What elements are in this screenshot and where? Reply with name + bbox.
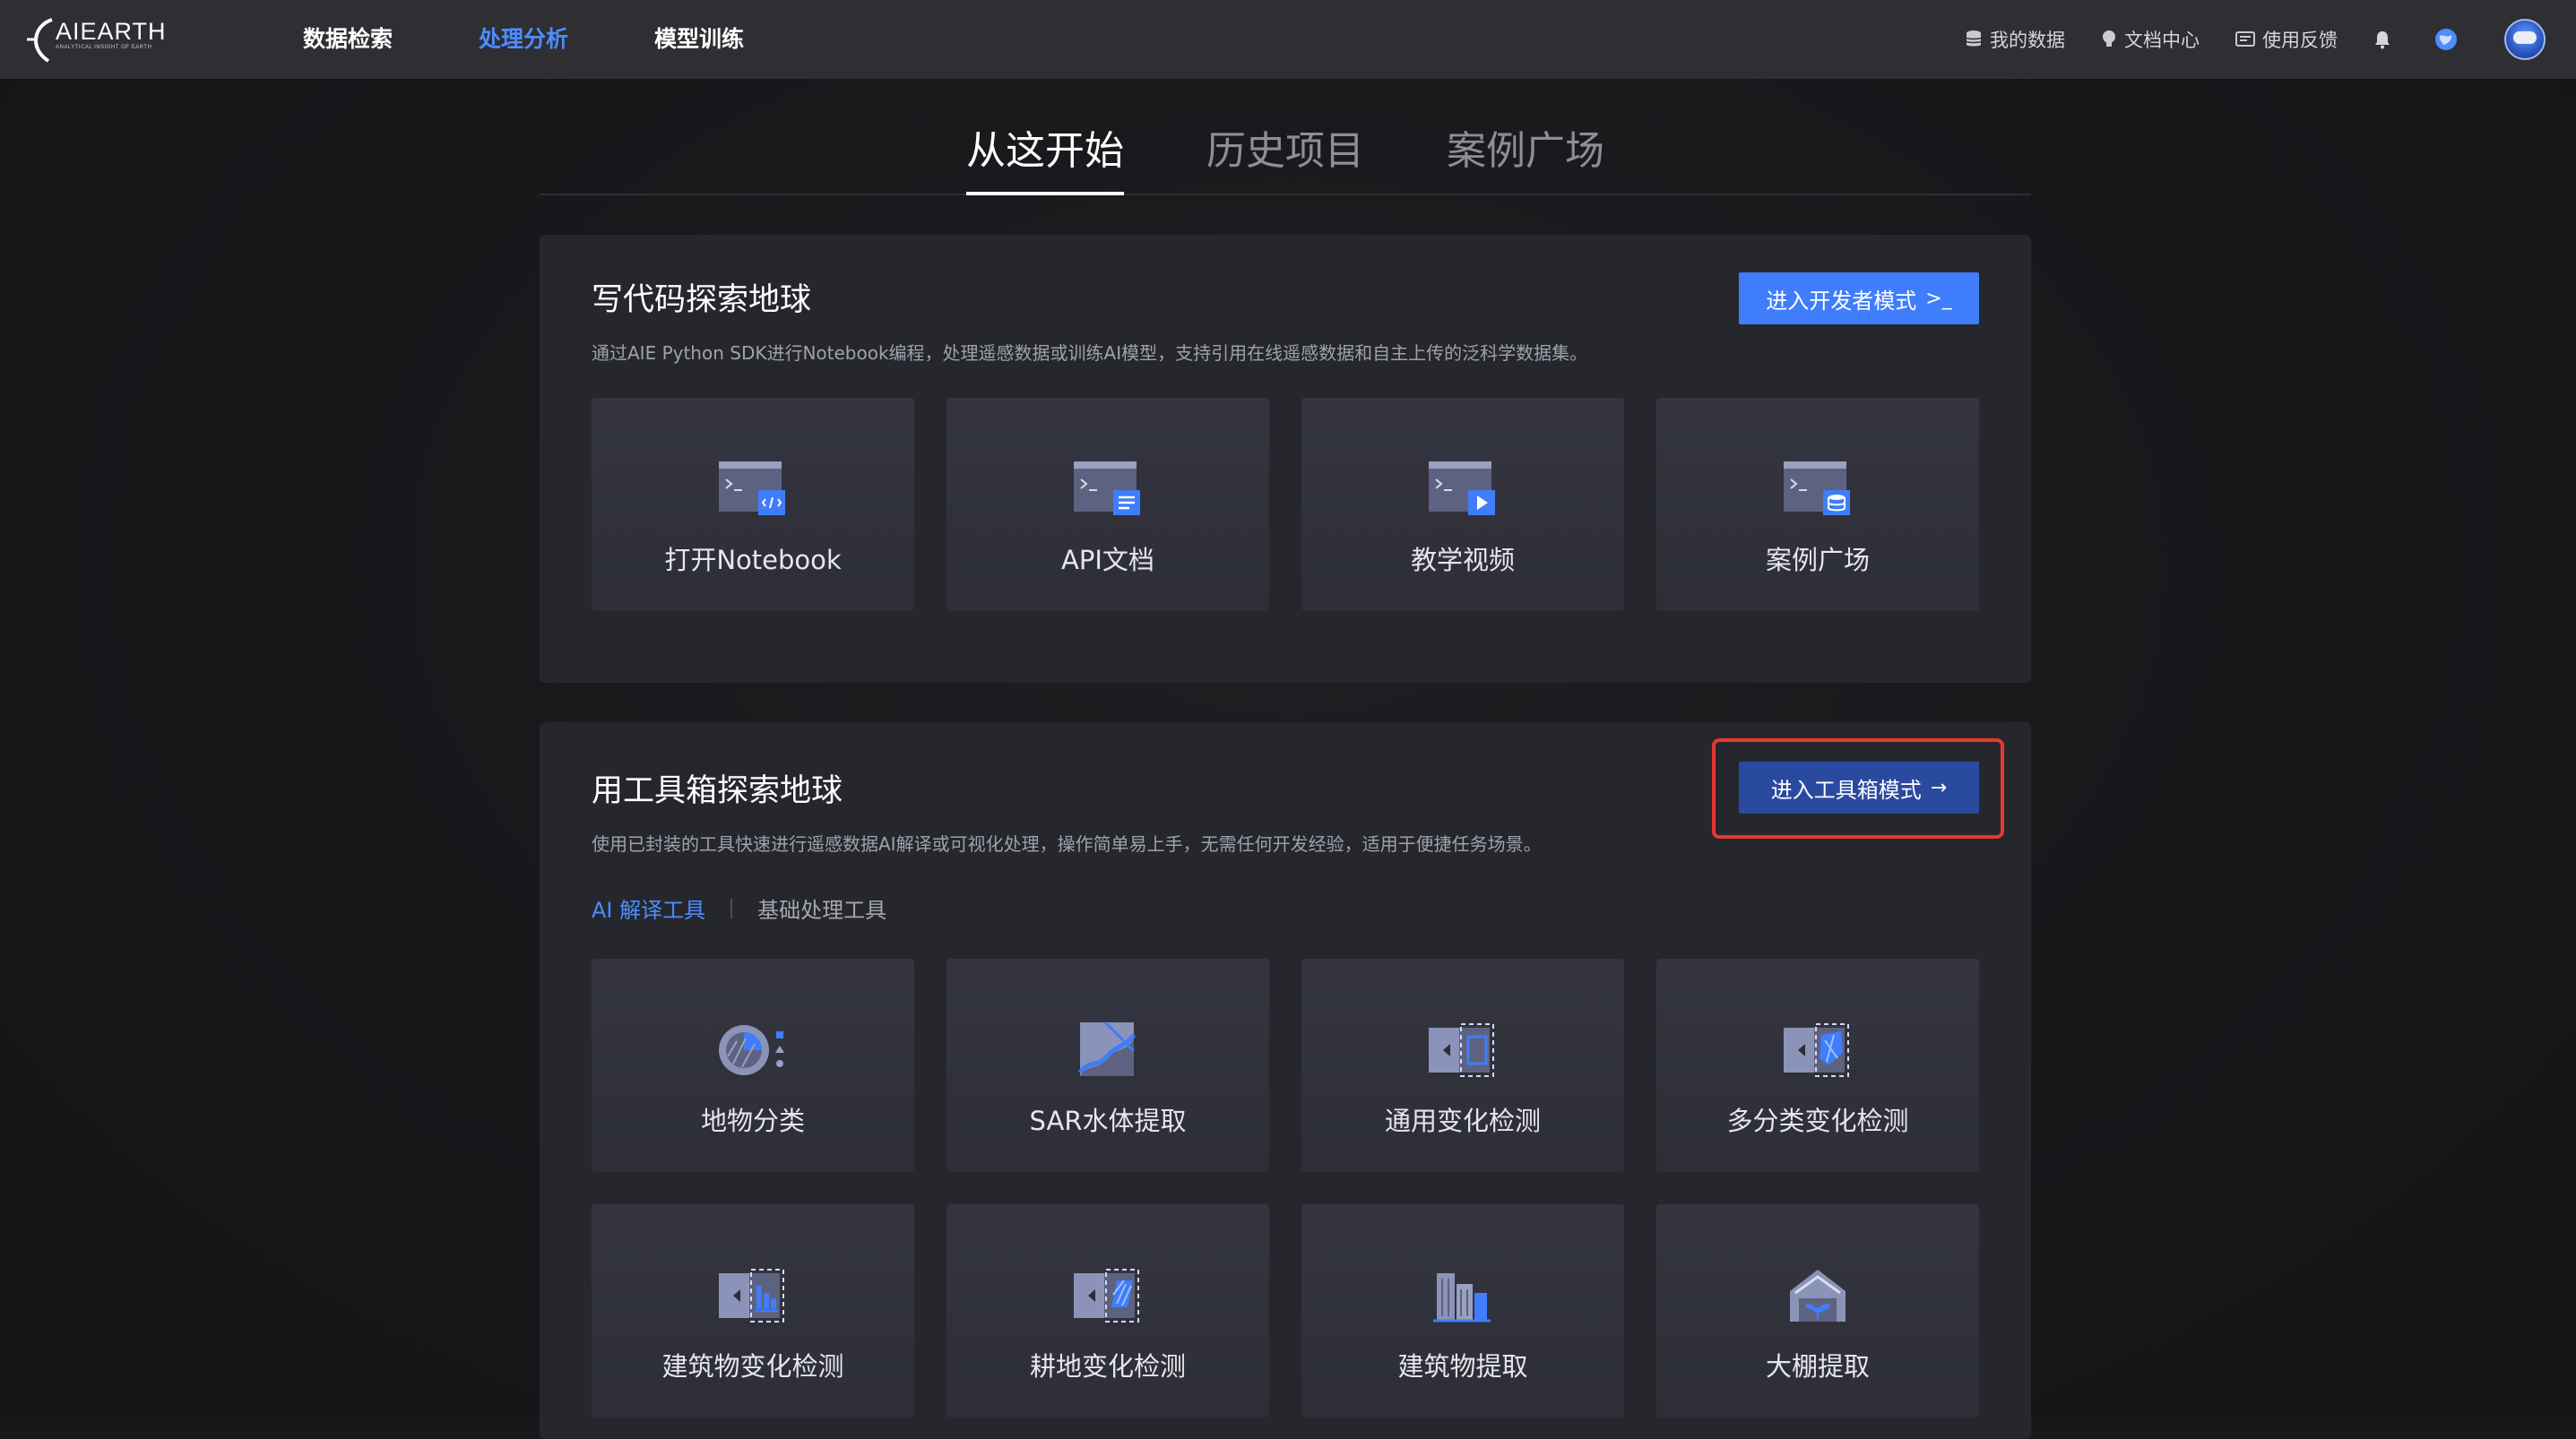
- card-label: 地物分类: [700, 1106, 805, 1136]
- case-plaza-card[interactable]: 案例广场: [1656, 398, 1979, 611]
- card-label: 建筑物提取: [1397, 1351, 1528, 1382]
- land-classification-icon: [717, 1014, 789, 1086]
- tool-panel-description: 使用已封装的工具快速进行遥感数据AI解译或可视化处理，操作简单易上手，无需任何开…: [592, 833, 1542, 855]
- card-label: 建筑物变化检测: [661, 1351, 844, 1382]
- farmland-change-detection-card[interactable]: 耕地变化检测: [947, 1204, 1269, 1417]
- code-panel-description: 通过AIE Python SDK进行Notebook编程，处理遥感数据或训练AI…: [592, 342, 1588, 364]
- nav-item-model-training[interactable]: 模型训练: [654, 0, 744, 79]
- lightbulb-icon: [2101, 30, 2117, 49]
- enter-developer-mode-button[interactable]: 进入开发者模式 >_: [1739, 272, 1979, 324]
- user-avatar[interactable]: [2504, 19, 2546, 60]
- feedback-label: 使用反馈: [2262, 30, 2338, 51]
- card-label: SAR水体提取: [1029, 1106, 1187, 1136]
- bell-icon[interactable]: [2373, 30, 2391, 49]
- tutorial-video-card[interactable]: 教学视频: [1301, 398, 1624, 611]
- sar-water-icon: [1072, 1014, 1144, 1086]
- main-nav: 数据检索 处理分析 模型训练: [303, 0, 830, 79]
- multi-class-change-icon: [1782, 1014, 1854, 1086]
- card-label: 教学视频: [1410, 545, 1515, 575]
- tab-get-started[interactable]: 从这开始: [966, 100, 1124, 195]
- building-extract-icon: [1427, 1260, 1499, 1331]
- land-classification-card[interactable]: 地物分类: [592, 959, 914, 1172]
- tool-panel-title: 用工具箱探索地球: [592, 773, 843, 809]
- case-plaza-icon: [1782, 453, 1854, 525]
- main-tabs: 从这开始 历史项目 案例广场: [540, 100, 2031, 195]
- card-label: 打开Notebook: [664, 545, 842, 575]
- my-data-link[interactable]: 我的数据: [1965, 26, 2065, 53]
- change-detection-icon: [1427, 1014, 1499, 1086]
- building-change-icon: [717, 1260, 789, 1331]
- my-data-label: 我的数据: [1990, 30, 2065, 51]
- docs-center-label: 文档中心: [2124, 30, 2200, 51]
- tab-basic-processing-tools[interactable]: 基础处理工具: [757, 892, 886, 924]
- nav-item-processing-analysis[interactable]: 处理分析: [479, 0, 568, 79]
- top-navigation-bar: AIEARTH ANALYTICAL INSIGHT OF EARTH 数据检索…: [0, 0, 2576, 79]
- sar-water-extraction-card[interactable]: SAR水体提取: [947, 959, 1269, 1172]
- building-extraction-card[interactable]: 建筑物提取: [1301, 1204, 1624, 1417]
- video-icon: [1427, 453, 1499, 525]
- top-right-actions: 我的数据 文档中心 使用反馈: [1965, 0, 2576, 79]
- tab-divider: [730, 898, 733, 918]
- tool-sub-tabs: AI 解译工具 基础处理工具: [592, 892, 886, 924]
- code-panel-title: 写代码探索地球: [592, 282, 812, 318]
- feedback-icon: [2235, 30, 2255, 48]
- tab-case-plaza[interactable]: 案例广场: [1447, 100, 1604, 194]
- api-doc-card[interactable]: API文档: [947, 398, 1269, 611]
- card-label: 通用变化检测: [1384, 1106, 1541, 1136]
- toolbox-mode-label: 进入工具箱模式: [1770, 777, 1922, 803]
- multi-class-change-detection-card[interactable]: 多分类变化检测: [1656, 959, 1979, 1172]
- card-label: 耕地变化检测: [1029, 1351, 1186, 1382]
- logo-text: AIEARTH: [56, 18, 167, 45]
- code-card-grid: 打开Notebook API文档 教学视频 案例广场: [592, 398, 1979, 611]
- greenhouse-extraction-card[interactable]: 大棚提取: [1656, 1204, 1979, 1417]
- tool-card-grid: 地物分类 SAR水体提取 通用变化检测 多分类变化检测 建筑物变化检测 耕地变化…: [592, 959, 1979, 1417]
- database-icon: [1965, 30, 1983, 49]
- logo-subtitle: ANALYTICAL INSIGHT OF EARTH: [56, 45, 152, 50]
- greenhouse-icon: [1782, 1260, 1854, 1331]
- general-change-detection-card[interactable]: 通用变化检测: [1301, 959, 1624, 1172]
- developer-mode-label: 进入开发者模式: [1766, 288, 1917, 314]
- globe-icon[interactable]: [2434, 28, 2458, 51]
- card-label: API文档: [1061, 545, 1154, 575]
- arrow-right-icon: →: [1930, 776, 1948, 799]
- aiearth-logo[interactable]: AIEARTH ANALYTICAL INSIGHT OF EARTH: [25, 13, 169, 66]
- api-doc-icon: [1072, 453, 1144, 525]
- tab-history-projects[interactable]: 历史项目: [1206, 100, 1364, 194]
- open-notebook-card[interactable]: 打开Notebook: [592, 398, 914, 611]
- card-label: 案例广场: [1765, 545, 1870, 575]
- docs-center-link[interactable]: 文档中心: [2101, 26, 2200, 53]
- building-change-detection-card[interactable]: 建筑物变化检测: [592, 1204, 914, 1417]
- code-explore-panel: 写代码探索地球 进入开发者模式 >_ 通过AIE Python SDK进行Not…: [540, 235, 2031, 683]
- card-label: 大棚提取: [1765, 1351, 1870, 1382]
- toolbox-explore-panel: 用工具箱探索地球 进入工具箱模式 → 使用已封装的工具快速进行遥感数据AI解译或…: [540, 722, 2031, 1439]
- enter-toolbox-mode-button[interactable]: 进入工具箱模式 →: [1739, 762, 1979, 814]
- nav-item-data-search[interactable]: 数据检索: [303, 0, 393, 79]
- farmland-change-icon: [1072, 1260, 1144, 1331]
- notebook-code-icon: [717, 453, 789, 525]
- tab-ai-interpretation-tools[interactable]: AI 解译工具: [592, 892, 705, 924]
- card-label: 多分类变化检测: [1726, 1106, 1909, 1136]
- feedback-link[interactable]: 使用反馈: [2235, 26, 2338, 53]
- terminal-prompt-icon: >_: [1925, 287, 1952, 310]
